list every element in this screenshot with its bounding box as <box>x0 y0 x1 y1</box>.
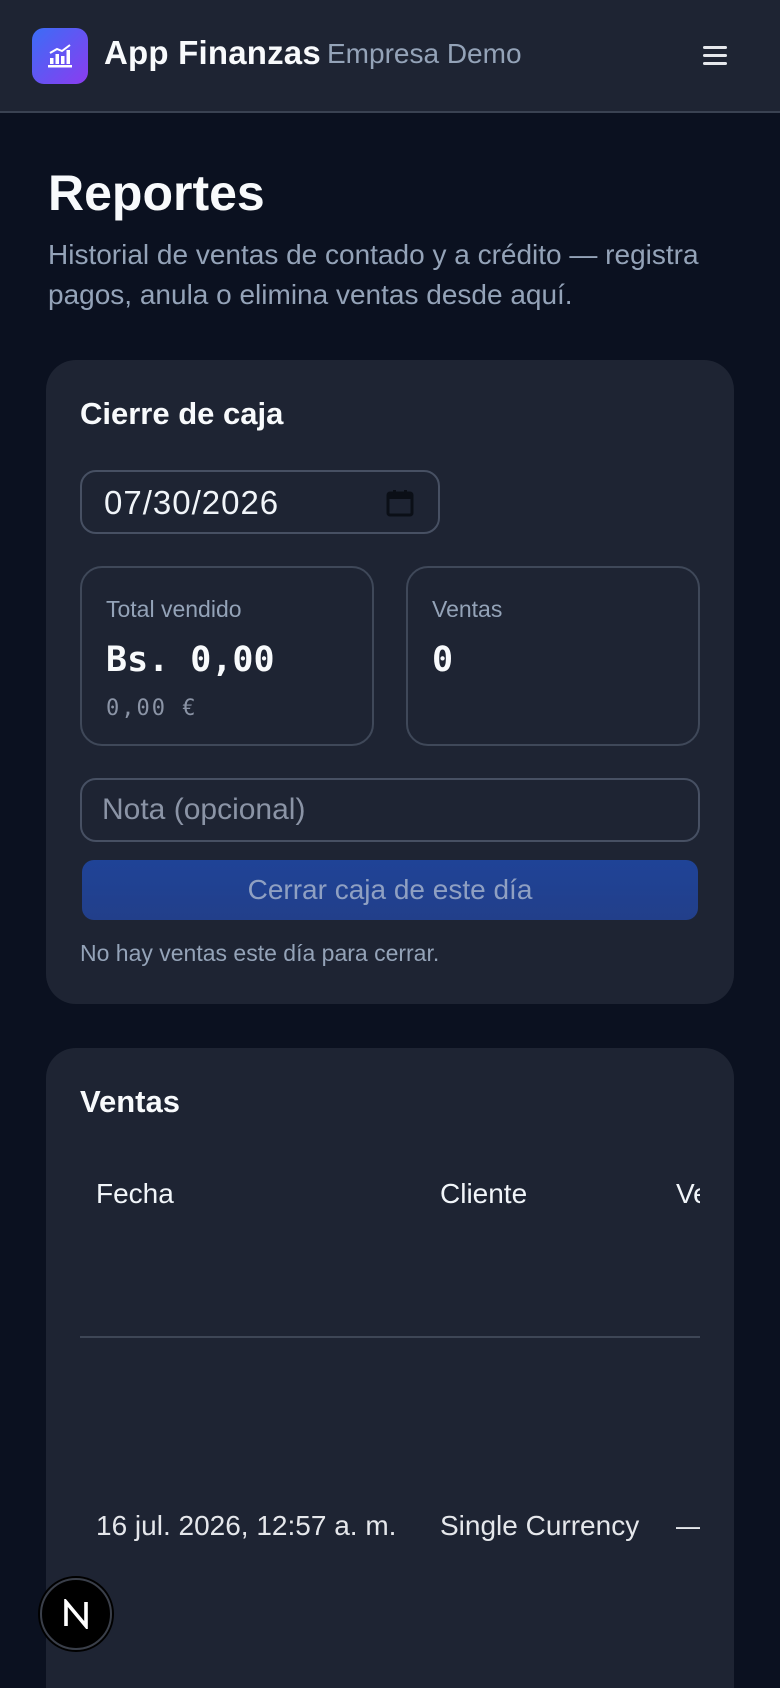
sales-title: Ventas <box>80 1084 180 1119</box>
cash-close-card: Cierre de caja 07/30/2026 Total vendido … <box>46 360 734 1004</box>
table-cell-fecha: 16 jul. 2026, 12:57 a. m. <box>96 1510 397 1541</box>
sales-count-value: 0 <box>432 640 454 680</box>
app-header: App Finanzas Empresa Demo <box>0 0 780 113</box>
sales-table[interactable]: Fecha Cliente Ve 16 jul. 2026, 12:57 a. … <box>80 1148 700 1688</box>
column-header-cliente[interactable]: Cliente <box>440 1178 527 1210</box>
cash-close-title: Cierre de caja <box>80 396 284 431</box>
hamburger-menu-icon[interactable] <box>700 40 732 72</box>
note-input[interactable] <box>80 778 700 842</box>
close-cash-button[interactable]: Cerrar caja de este día <box>82 860 698 920</box>
sales-card: Ventas Fecha Cliente Ve 16 jul. 2026, 12… <box>46 1048 734 1688</box>
header-divider <box>80 1336 700 1338</box>
column-header-fecha[interactable]: Fecha <box>96 1178 174 1210</box>
company-name: Empresa Demo <box>327 38 522 69</box>
total-sold-value: Bs. 0,00 <box>106 640 275 680</box>
date-value: 07/30/2026 <box>104 484 280 521</box>
app-logo[interactable] <box>32 28 88 84</box>
sales-count-stat: Ventas 0 <box>406 566 700 746</box>
total-sold-euro: 0,00 € <box>106 696 198 721</box>
column-header-ve[interactable]: Ve <box>676 1178 700 1210</box>
date-input[interactable]: 07/30/2026 <box>80 470 440 534</box>
total-sold-label: Total vendido <box>106 596 242 622</box>
sales-count-label: Ventas <box>432 596 503 622</box>
app-title: App Finanzas <box>104 34 321 71</box>
no-sales-message: No hay ventas este día para cerrar. <box>80 940 440 966</box>
bar-chart-icon <box>48 44 72 68</box>
table-cell-ve: — <box>676 1510 700 1542</box>
n-logo-icon <box>64 1599 88 1629</box>
next-dev-badge[interactable] <box>40 1578 112 1650</box>
total-sold-stat: Total vendido Bs. 0,00 0,00 € <box>80 566 374 746</box>
table-cell-cliente: Single Currency <box>440 1510 640 1541</box>
page-description: Historial de ventas de contado y a crédi… <box>48 239 699 310</box>
page-title: Reportes <box>48 165 265 221</box>
calendar-icon[interactable] <box>386 489 414 517</box>
